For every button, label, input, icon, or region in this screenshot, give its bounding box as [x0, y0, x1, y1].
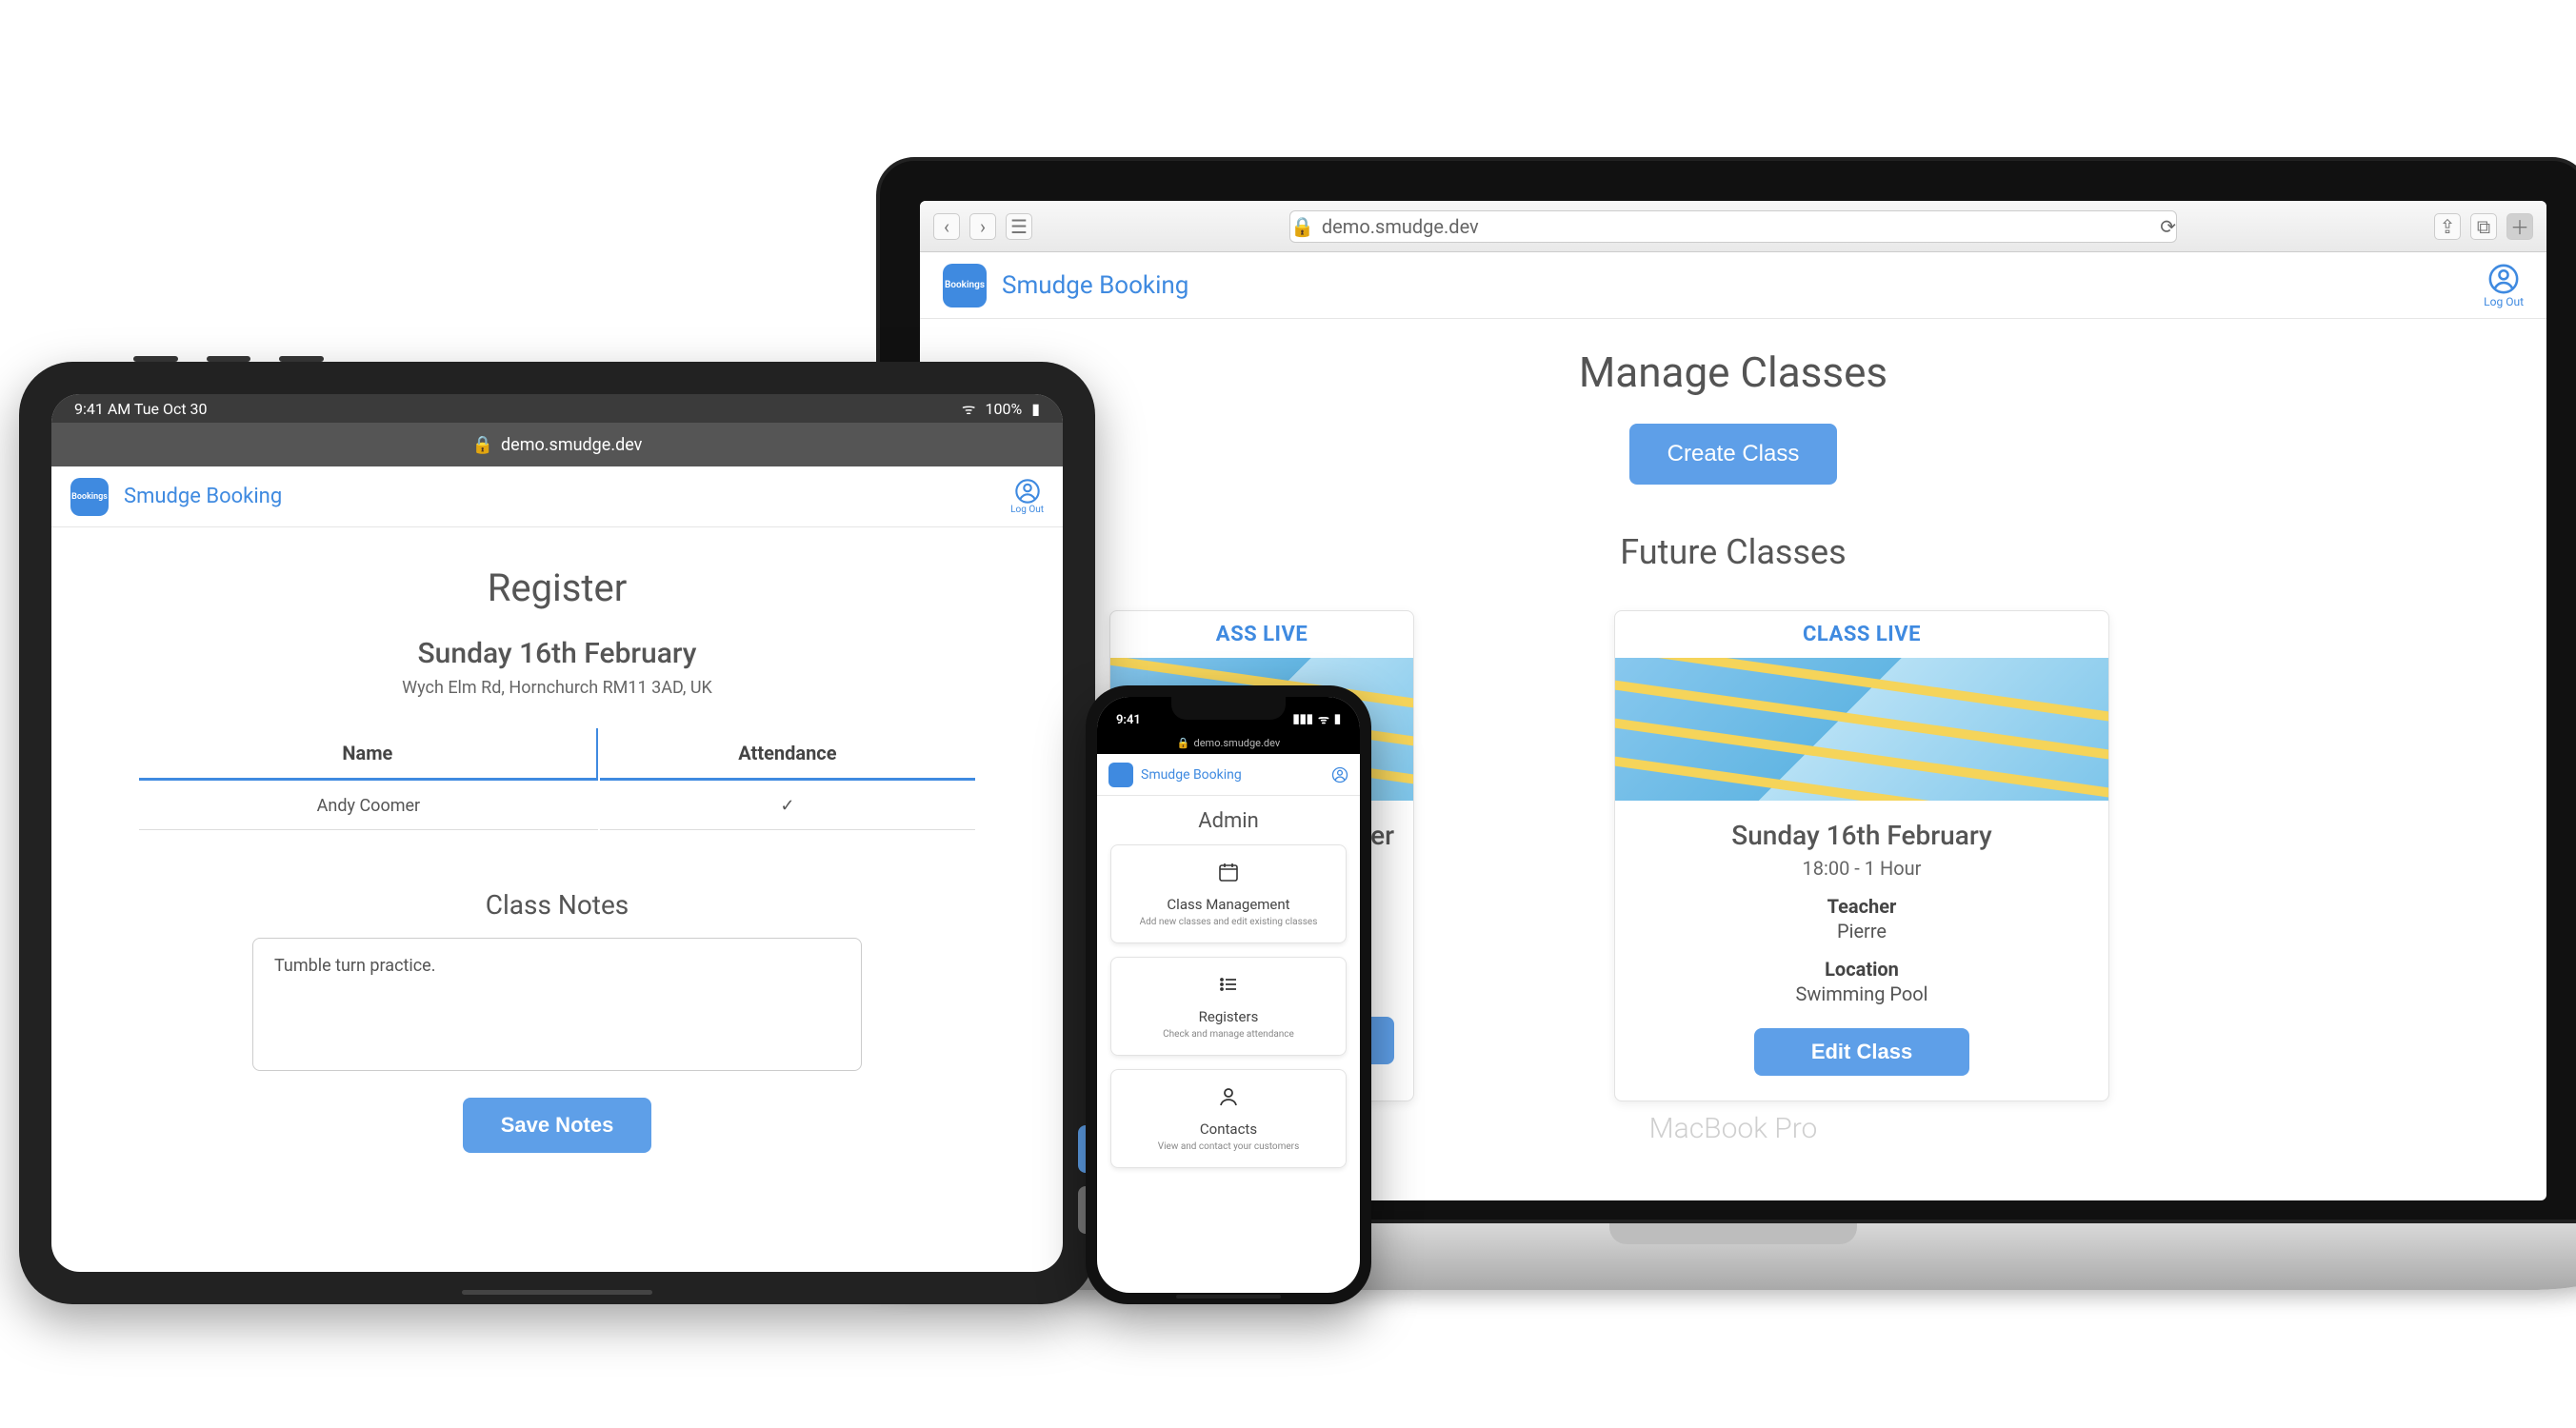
- iphone-screen: 9:41 ▮▮▮ ᯤ ▮ 🔒 demo.smudge.dev Smudge Bo…: [1097, 697, 1360, 1293]
- card-subtitle: Check and manage attendance: [1121, 1029, 1336, 1040]
- battery-icon: ▮: [1334, 712, 1341, 726]
- user-icon: [1331, 766, 1348, 783]
- location-label: Location: [1615, 958, 2108, 981]
- back-button[interactable]: ‹: [933, 213, 960, 240]
- create-class-button[interactable]: Create Class: [1629, 424, 1838, 485]
- url-text: demo.smudge.dev: [1322, 215, 1479, 238]
- card-subtitle: Add new classes and edit existing classe…: [1121, 917, 1336, 927]
- logout-button[interactable]: [1331, 766, 1348, 783]
- ipad-status-bar: 9:41 AM Tue Oct 30 ᯤ 100% ▮: [51, 394, 1063, 423]
- ipad-url-bar[interactable]: 🔒 demo.smudge.dev: [51, 423, 1063, 466]
- admin-card-class-management[interactable]: Class Management Add new classes and edi…: [1110, 844, 1347, 943]
- ipad-frame: 9:41 AM Tue Oct 30 ᯤ 100% ▮ 🔒 demo.smudg…: [19, 362, 1095, 1304]
- logout-label: Log Out: [2484, 295, 2524, 308]
- class-image: [1615, 658, 2108, 801]
- logout-label: Log Out: [1010, 505, 1044, 515]
- card-title: Class Management: [1121, 896, 1336, 913]
- attendee-name: Andy Coomer: [139, 783, 598, 830]
- future-classes-heading: Future Classes: [920, 532, 2546, 572]
- brand-name[interactable]: Smudge Booking: [1141, 767, 1242, 783]
- list-icon: [1121, 973, 1336, 1001]
- ipad-mockup: 9:41 AM Tue Oct 30 ᯤ 100% ▮ 🔒 demo.smudg…: [19, 362, 1095, 1304]
- page-title: Manage Classes: [920, 347, 2546, 397]
- person-icon: [1121, 1085, 1336, 1113]
- admin-card-contacts[interactable]: Contacts View and contact your customers: [1110, 1069, 1347, 1168]
- battery-percent: 100%: [985, 400, 1022, 418]
- tabs-button[interactable]: ⧉: [2470, 213, 2497, 240]
- class-date: Sunday 16th February: [1615, 820, 2108, 851]
- col-name: Name: [139, 728, 598, 781]
- app-header: Smudge Booking: [1097, 754, 1360, 796]
- app-header: Bookings Smudge Booking Log Out: [51, 466, 1063, 527]
- new-tab-button[interactable]: ＋: [2506, 213, 2533, 240]
- calendar-icon: [1121, 861, 1336, 888]
- app-logo[interactable]: [1108, 763, 1133, 787]
- user-icon: [1014, 478, 1041, 505]
- class-time: 18:00 - 1 Hour: [1615, 857, 2108, 880]
- wifi-icon: ᯤ: [962, 398, 976, 419]
- attendance-table: Name Attendance Andy Coomer ✓: [137, 726, 977, 832]
- iphone-mockup: 9:41 ▮▮▮ ᯤ ▮ 🔒 demo.smudge.dev Smudge Bo…: [1086, 685, 1371, 1304]
- save-notes-button[interactable]: Save Notes: [463, 1098, 652, 1153]
- lock-icon: 🔒: [1290, 215, 1314, 238]
- status-time: 9:41 AM Tue Oct 30: [74, 400, 208, 418]
- sidebar-button[interactable]: ☰: [1006, 213, 1032, 240]
- lock-icon: 🔒: [1177, 737, 1190, 749]
- edit-class-button[interactable]: Edit Class: [1754, 1028, 1969, 1076]
- ipad-screen: 9:41 AM Tue Oct 30 ᯤ 100% ▮ 🔒 demo.smudg…: [51, 394, 1063, 1272]
- teacher-value: Pierre: [1615, 920, 2108, 942]
- macbook-label: MacBook Pro: [1649, 1112, 1818, 1145]
- location-value: Swimming Pool: [1615, 982, 2108, 1005]
- user-icon: [2487, 263, 2520, 295]
- status-time: 9:41: [1116, 713, 1141, 727]
- battery-icon: ▮: [1031, 400, 1040, 418]
- logout-button[interactable]: Log Out: [1010, 478, 1044, 515]
- class-notes-heading: Class Notes: [51, 889, 1063, 921]
- brand-name[interactable]: Smudge Booking: [1002, 271, 1188, 300]
- teacher-label: Teacher: [1615, 895, 2108, 918]
- class-notes-input[interactable]: [252, 938, 862, 1071]
- app-logo[interactable]: Bookings: [943, 264, 987, 307]
- admin-cards: Class Management Add new classes and edi…: [1097, 844, 1360, 1168]
- share-button[interactable]: ⇪: [2434, 213, 2461, 240]
- card-title: Contacts: [1121, 1121, 1336, 1138]
- brand-name[interactable]: Smudge Booking: [124, 485, 282, 508]
- logout-button[interactable]: Log Out: [2484, 263, 2524, 308]
- class-status-badge: CLASS LIVE: [1615, 611, 2108, 658]
- wifi-icon: ᯤ: [1318, 710, 1329, 727]
- table-row[interactable]: Andy Coomer ✓: [139, 783, 975, 830]
- lock-icon: 🔒: [472, 435, 493, 455]
- signal-icon: ▮▮▮: [1293, 712, 1313, 726]
- register-title: Register: [51, 565, 1063, 610]
- attendance-check-icon[interactable]: ✓: [600, 783, 975, 830]
- url-text: demo.smudge.dev: [501, 435, 642, 455]
- refresh-icon[interactable]: ⟳: [2160, 215, 2176, 238]
- admin-card-registers[interactable]: Registers Check and manage attendance: [1110, 957, 1347, 1056]
- iphone-frame: 9:41 ▮▮▮ ᯤ ▮ 🔒 demo.smudge.dev Smudge Bo…: [1086, 685, 1371, 1304]
- url-text: demo.smudge.dev: [1194, 737, 1281, 749]
- register-date: Sunday 16th February: [51, 637, 1063, 670]
- forward-button[interactable]: ›: [969, 213, 996, 240]
- admin-title: Admin: [1097, 809, 1360, 833]
- iphone-url-bar[interactable]: 🔒 demo.smudge.dev: [1097, 731, 1360, 754]
- app-logo[interactable]: Bookings: [70, 478, 109, 516]
- safari-toolbar: ‹ › ☰ 🔒 demo.smudge.dev ⟳ ⇪ ⧉ ＋: [920, 201, 2546, 252]
- card-title: Registers: [1121, 1008, 1336, 1025]
- register-address: Wych Elm Rd, Hornchurch RM11 3AD, UK: [51, 678, 1063, 698]
- app-header: Bookings Smudge Booking Log Out: [920, 252, 2546, 319]
- col-attendance: Attendance: [600, 728, 975, 781]
- card-subtitle: View and contact your customers: [1121, 1141, 1336, 1152]
- url-bar[interactable]: 🔒 demo.smudge.dev ⟳: [1289, 210, 2177, 243]
- class-status-badge: ASS LIVE: [1110, 611, 1413, 658]
- class-card[interactable]: CLASS LIVE Sunday 16th February 18:00 - …: [1614, 610, 2109, 1101]
